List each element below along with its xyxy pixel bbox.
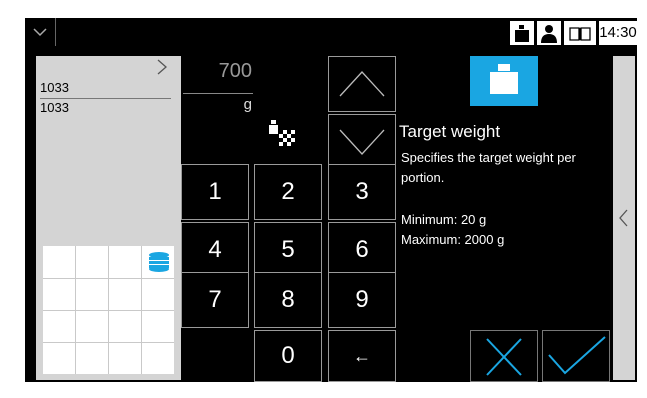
divider — [40, 98, 171, 99]
check-icon — [548, 336, 606, 375]
chevron-up-icon — [339, 71, 385, 97]
info-maximum: Maximum: 2000 g — [401, 232, 505, 247]
weight-icon — [515, 25, 529, 42]
key-3[interactable]: 3 — [328, 164, 396, 220]
key-1[interactable]: 1 — [181, 164, 249, 220]
database-icon — [149, 252, 169, 272]
key-4[interactable]: 4 — [181, 222, 249, 278]
close-icon — [486, 338, 522, 376]
manual-status-icon[interactable] — [564, 21, 596, 45]
device-screen: 14:30 1033 1033 700 g 1 2 3 4 5 6 7 8 9 … — [25, 18, 637, 382]
list-item-secondary: 1033 — [40, 100, 69, 115]
chevron-left-icon[interactable] — [617, 208, 631, 228]
info-minimum: Minimum: 20 g — [401, 212, 487, 227]
chevron-right-icon[interactable] — [154, 58, 170, 76]
value-display: 700 — [218, 60, 252, 82]
info-description-line1: Specifies the target weight per — [401, 150, 576, 165]
key-6[interactable]: 6 — [328, 222, 396, 278]
key-0[interactable]: 0 — [254, 330, 322, 382]
key-7[interactable]: 7 — [181, 272, 249, 328]
unit-label: g — [243, 96, 252, 113]
weight-status-icon[interactable] — [510, 21, 534, 45]
cancel-button[interactable] — [470, 330, 538, 382]
backspace-button[interactable]: ← — [328, 330, 396, 382]
clock: 14:30 — [599, 21, 637, 45]
weight-icon — [490, 64, 518, 94]
key-2[interactable]: 2 — [254, 164, 322, 220]
key-8[interactable]: 8 — [254, 272, 322, 328]
status-bar: 14:30 — [25, 18, 637, 48]
key-5[interactable]: 5 — [254, 222, 322, 278]
user-icon — [541, 25, 557, 43]
display-divider — [183, 93, 253, 94]
list-item-primary: 1033 — [40, 80, 69, 95]
target-weight-tile — [470, 56, 538, 106]
book-icon — [569, 27, 591, 41]
chevron-down-icon — [33, 28, 47, 37]
left-panel: 1033 1033 — [36, 56, 181, 380]
menu-toggle[interactable] — [25, 18, 56, 46]
info-title: Target weight — [399, 122, 501, 141]
user-status-icon[interactable] — [537, 21, 561, 45]
tare-icon — [269, 120, 295, 146]
tile-grid[interactable] — [43, 246, 174, 374]
chevron-down-large-icon — [339, 129, 385, 155]
right-panel[interactable] — [613, 56, 635, 380]
increment-button[interactable] — [328, 56, 396, 112]
confirm-button[interactable] — [542, 330, 610, 382]
decrement-button[interactable] — [328, 114, 396, 170]
info-description-line2: portion. — [401, 170, 445, 185]
key-9[interactable]: 9 — [328, 272, 396, 328]
